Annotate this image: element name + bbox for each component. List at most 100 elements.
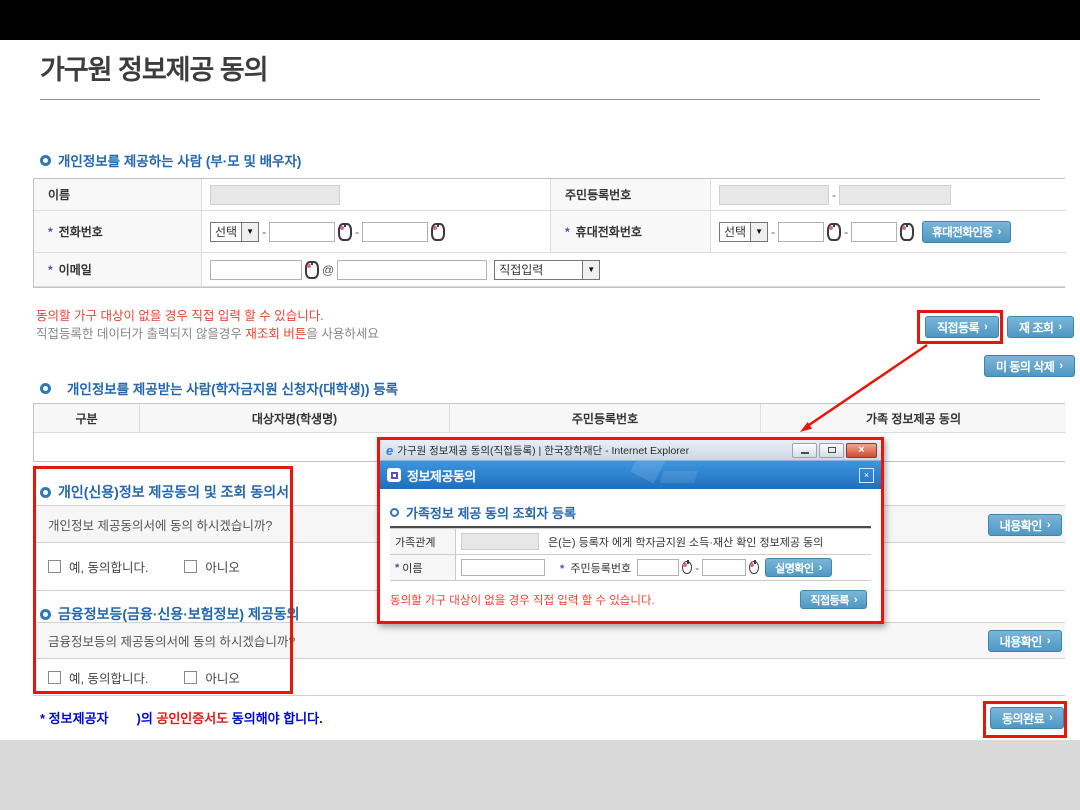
delete-nonconsent-button[interactable]: 미 동의 삭제 › <box>984 355 1075 377</box>
mobile-mid-input[interactable] <box>778 222 824 242</box>
mobile-label-text: 휴대전화번호 <box>576 223 642 240</box>
button-label: 미 동의 삭제 <box>996 358 1054 375</box>
popup-window-title: 가구원 정보제공 동의(직접등록) | 한국장학재단 - Internet Ex… <box>397 443 790 458</box>
title-divider <box>40 99 1040 100</box>
notice-line-2-suffix: 을 사용하세요 <box>306 327 378 341</box>
mobile-prefix-select-value: 선택 <box>720 223 750 241</box>
dialog-icon-glyph <box>391 472 398 479</box>
mouse-input-icon[interactable] <box>749 561 759 574</box>
financial-confirm-button[interactable]: 내용확인 › <box>988 630 1062 652</box>
watermark-graphic <box>660 471 698 483</box>
mobile-label: * 휴대전화번호 <box>551 211 711 253</box>
credit-confirm-button[interactable]: 내용확인 › <box>988 514 1062 536</box>
phone-prefix-select-value: 선택 <box>211 223 241 241</box>
column-header-gubun: 구분 <box>34 404 140 433</box>
dropdown-arrow-icon[interactable]: ▼ <box>750 223 767 241</box>
dash-separator: - <box>832 188 836 202</box>
popup-close-icon[interactable]: × <box>859 468 874 483</box>
consent-complete-button[interactable]: 동의완료 › <box>990 707 1064 729</box>
popup-rrn-label-text: 주민등록번호 <box>570 563 631 575</box>
dash-separator: - <box>771 225 775 239</box>
popup-rrn-back-input[interactable] <box>702 559 746 576</box>
mouse-input-icon[interactable] <box>827 223 841 241</box>
email-domain-select[interactable]: 직접입력 ▼ <box>494 260 600 280</box>
popup-header: 정보제공동의 × <box>380 461 881 489</box>
button-arrow-icon: › <box>998 226 1001 238</box>
popup-register-button[interactable]: 직접등록 › <box>800 590 867 609</box>
phone-mid-input[interactable] <box>269 222 335 242</box>
popup-rrn-front-input[interactable] <box>637 559 679 576</box>
popup-notice: 동의할 가구 대상이 없을 경우 직접 입력 할 수 있습니다. <box>390 592 655 608</box>
credit-yes-checkbox[interactable] <box>48 560 61 573</box>
financial-consent-question: 금융정보등의 제공동의서에 동의 하시겠습니까? <box>48 631 295 650</box>
financial-no-checkbox[interactable] <box>184 671 197 684</box>
footer-note: * 정보제공자)의 공인인증서도 동의해야 합니다. <box>40 708 323 727</box>
name-label-text: 이름 <box>48 186 70 203</box>
credit-no-checkbox[interactable] <box>184 560 197 573</box>
relation-input-masked <box>461 533 539 550</box>
email-id-input[interactable] <box>210 260 302 280</box>
dropdown-arrow-icon[interactable]: ▼ <box>582 261 599 279</box>
button-arrow-icon: › <box>984 321 987 333</box>
popup-name-row: * 이름 * 주민등록번호 - 실명확인 › <box>390 555 871 581</box>
dialog-icon <box>387 468 401 482</box>
financial-yes-checkbox[interactable] <box>48 671 61 684</box>
internet-explorer-icon: e <box>386 443 393 458</box>
required-mark: * <box>560 563 564 575</box>
mobile-last-input[interactable] <box>851 222 897 242</box>
recipient-section-header: 개인정보를 제공받는 사람(학자금지원 신청자(대학생)) 등록 <box>40 378 398 398</box>
rrn-label: 주민등록번호 <box>551 179 711 211</box>
dash-separator: - <box>355 225 359 239</box>
phone-label-text: 전화번호 <box>59 223 103 240</box>
phone-field-cell: 선택 ▼ - - <box>202 211 551 253</box>
dash-separator: - <box>695 561 699 575</box>
credit-consent-title: 개인(신용)정보 제공동의 및 조회 동의서 <box>58 482 289 502</box>
screen-root: 가구원 정보제공 동의 개인정보를 제공하는 사람 (부·모 및 배우자) 이름… <box>0 0 1080 810</box>
notice-line-1: 동의할 가구 대상이 없을 경우 직접 입력 할 수 있습니다. <box>36 305 324 324</box>
minimize-button[interactable] <box>792 443 817 458</box>
name-field-cell <box>202 179 551 211</box>
section-bullet-icon <box>40 487 51 498</box>
mouse-input-icon[interactable] <box>305 261 319 279</box>
mouse-input-icon[interactable] <box>900 223 914 241</box>
popup-name-input[interactable] <box>461 559 545 576</box>
rrn-back-input-masked <box>839 185 951 205</box>
footer-note-paren: )의 <box>136 711 156 726</box>
credit-consent-header: 개인(신용)정보 제공동의 및 조회 동의서 <box>40 482 289 502</box>
popup-window: e 가구원 정보제공 동의(직접등록) | 한국장학재단 - Internet … <box>377 437 884 624</box>
required-mark: * <box>48 225 53 239</box>
phone-prefix-select[interactable]: 선택 ▼ <box>210 222 259 242</box>
section-bullet-icon <box>390 508 399 517</box>
mouse-input-icon[interactable] <box>682 561 692 574</box>
mobile-verify-button[interactable]: 휴대전화인증 › <box>922 221 1011 243</box>
close-button[interactable]: × <box>846 443 877 458</box>
button-arrow-icon: › <box>854 594 857 606</box>
ie-titlebar[interactable]: e 가구원 정보제공 동의(직접등록) | 한국장학재단 - Internet … <box>380 440 881 461</box>
verify-name-button[interactable]: 실명확인 › <box>765 558 832 577</box>
column-header-rrn: 주민등록번호 <box>450 404 761 433</box>
requery-button[interactable]: 재 조회 › <box>1007 316 1074 338</box>
popup-rrn-label: * 주민등록번호 <box>560 560 631 576</box>
name-label: 이름 <box>34 179 202 211</box>
relation-label: 가족관계 <box>390 529 456 554</box>
rrn-label-text: 주민등록번호 <box>565 186 631 203</box>
mouse-input-icon[interactable] <box>338 223 352 241</box>
button-label: 직접등록 <box>937 319 979 336</box>
email-domain-input[interactable] <box>337 260 487 280</box>
dropdown-arrow-icon[interactable]: ▼ <box>241 223 258 241</box>
provider-section-header: 개인정보를 제공하는 사람 (부·모 및 배우자) <box>40 150 301 170</box>
direct-register-button[interactable]: 직접등록 › <box>925 316 999 338</box>
maximize-button[interactable] <box>819 443 844 458</box>
mobile-prefix-select[interactable]: 선택 ▼ <box>719 222 768 242</box>
required-mark: * <box>565 225 570 239</box>
email-domain-select-value: 직접입력 <box>495 261 547 279</box>
mouse-input-icon[interactable] <box>431 223 445 241</box>
email-label: * 이메일 <box>34 253 202 287</box>
footer-note-prefix: * 정보제공자 <box>40 711 108 726</box>
email-label-text: 이메일 <box>59 261 92 278</box>
notice-line-2: 직접등록한 데이터가 출력되지 않을경우 재조회 버튼을 사용하세요 <box>36 323 379 342</box>
maximize-icon <box>828 447 836 453</box>
button-arrow-icon: › <box>1059 360 1062 372</box>
phone-last-input[interactable] <box>362 222 428 242</box>
credit-consent-question: 개인정보 제공동의서에 동의 하시겠습니까? <box>48 515 272 534</box>
